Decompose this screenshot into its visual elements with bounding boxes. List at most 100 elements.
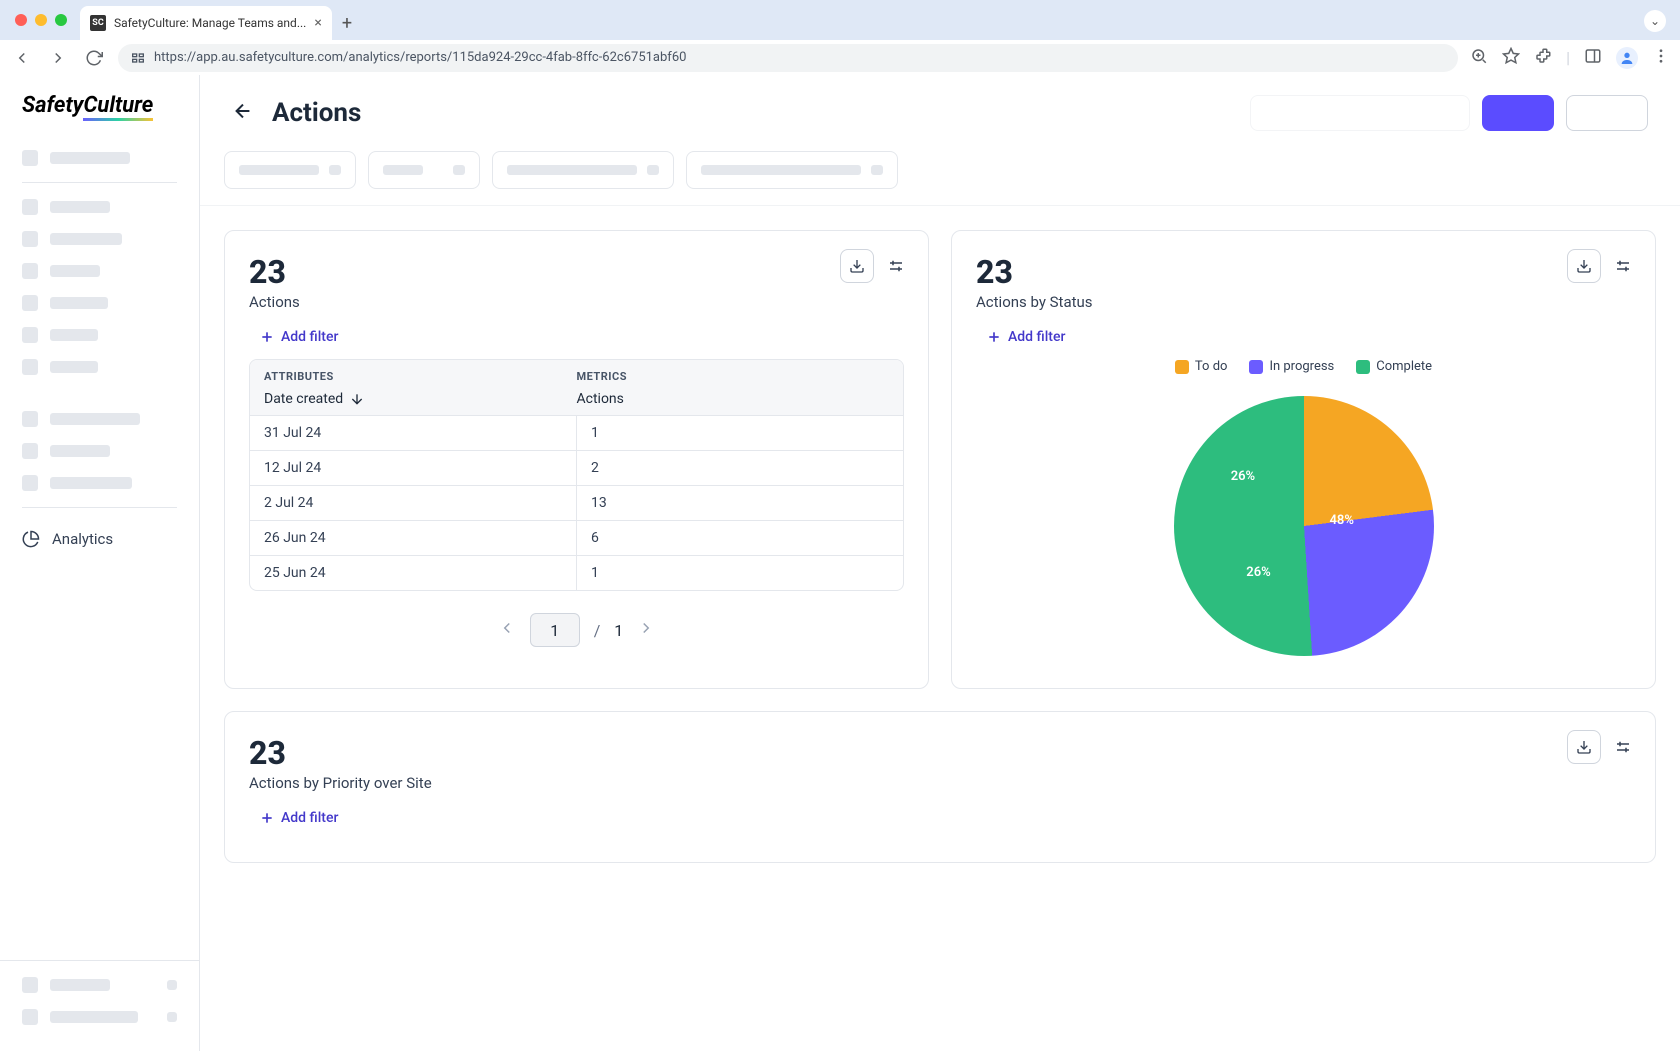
- legend-item-inprogress: In progress: [1249, 359, 1334, 374]
- metric-count: 23: [249, 734, 1631, 772]
- global-filter-row: [200, 151, 1680, 206]
- sidebar-item[interactable]: [0, 351, 199, 383]
- page-sep: /: [594, 621, 601, 640]
- sidebar-item[interactable]: [0, 223, 199, 255]
- sidebar-item[interactable]: [0, 142, 199, 174]
- add-filter-label: Add filter: [281, 329, 338, 345]
- back-button[interactable]: [232, 100, 254, 127]
- zoom-icon[interactable]: [1470, 47, 1488, 69]
- sidebar-item[interactable]: [0, 969, 199, 1001]
- browser-forward-button[interactable]: [46, 46, 70, 70]
- window-controls[interactable]: [15, 14, 67, 26]
- filter-settings-icon[interactable]: [1611, 738, 1635, 756]
- page-current[interactable]: 1: [530, 613, 580, 647]
- filter-settings-icon[interactable]: [884, 257, 908, 275]
- browser-back-button[interactable]: [10, 46, 34, 70]
- sidebar-item[interactable]: [0, 403, 199, 435]
- url-bar[interactable]: https://app.au.safetyculture.com/analyti…: [118, 44, 1458, 72]
- card-actions-priority-site: 23 Actions by Priority over Site Add fil…: [224, 711, 1656, 863]
- metric-count: 23: [249, 253, 904, 291]
- filter-chip[interactable]: [224, 151, 356, 189]
- logo: SafetyCulture: [0, 93, 199, 142]
- pie-chart: 48% 26% 26%: [1174, 396, 1434, 656]
- close-tab-icon[interactable]: ×: [314, 15, 321, 31]
- browser-chrome: SC SafetyCulture: Manage Teams and... × …: [0, 0, 1680, 75]
- pie-chart-icon: [22, 530, 40, 548]
- sidebar-item-label: Analytics: [52, 530, 113, 548]
- page-next-button[interactable]: [637, 619, 655, 641]
- browser-tab[interactable]: SC SafetyCulture: Manage Teams and... ×: [80, 6, 332, 40]
- add-filter-button[interactable]: Add filter: [259, 810, 1631, 826]
- sidebar-item[interactable]: [0, 1001, 199, 1033]
- table-row[interactable]: 31 Jul 241: [250, 415, 903, 450]
- chrome-chevron-icon[interactable]: ⌄: [1644, 10, 1666, 32]
- cell-value: 1: [577, 416, 903, 450]
- plus-icon: [259, 329, 275, 345]
- card-actions-table: 23 Actions Add filter ATTRIBUTES METRICS: [224, 230, 929, 689]
- bookmark-star-icon[interactable]: [1502, 47, 1520, 69]
- sidebar-item[interactable]: [0, 435, 199, 467]
- sidebar-item-analytics[interactable]: Analytics: [0, 516, 199, 562]
- panel-icon[interactable]: [1584, 47, 1602, 69]
- primary-action-button[interactable]: [1482, 95, 1554, 131]
- url-text: https://app.au.safetyculture.com/analyti…: [154, 50, 686, 65]
- tab-title: SafetyCulture: Manage Teams and...: [114, 16, 306, 30]
- table-row[interactable]: 12 Jul 242: [250, 450, 903, 485]
- add-filter-button[interactable]: Add filter: [986, 329, 1631, 345]
- page-prev-button[interactable]: [498, 619, 516, 641]
- card-actions-by-status: 23 Actions by Status Add filter To do In…: [951, 230, 1656, 689]
- minimize-window-icon[interactable]: [35, 14, 47, 26]
- logo-text-1: Safety: [22, 93, 83, 118]
- col-group-attributes: ATTRIBUTES: [264, 370, 577, 383]
- table-row[interactable]: 2 Jul 2413: [250, 485, 903, 520]
- table-row[interactable]: 25 Jun 241: [250, 555, 903, 590]
- sidebar-item[interactable]: [0, 191, 199, 223]
- add-filter-button[interactable]: Add filter: [259, 329, 904, 345]
- filter-chip[interactable]: [686, 151, 898, 189]
- plus-icon: [259, 810, 275, 826]
- filter-chip[interactable]: [368, 151, 480, 189]
- sidebar-item[interactable]: [0, 287, 199, 319]
- close-window-icon[interactable]: [15, 14, 27, 26]
- filter-settings-icon[interactable]: [1611, 257, 1635, 275]
- cell-date: 31 Jul 24: [250, 416, 577, 450]
- legend-item-complete: Complete: [1356, 359, 1432, 374]
- main-content: Actions: [200, 75, 1680, 1051]
- browser-reload-button[interactable]: [82, 46, 106, 70]
- pagination: 1 / 1: [249, 613, 904, 647]
- pie-label-todo: 48%: [1330, 513, 1354, 528]
- legend-item-todo: To do: [1175, 359, 1228, 374]
- sidebar-item[interactable]: [0, 467, 199, 499]
- download-button[interactable]: [1567, 730, 1601, 764]
- col-header-actions[interactable]: Actions: [577, 391, 890, 407]
- sidebar-item[interactable]: [0, 255, 199, 287]
- data-table: ATTRIBUTES METRICS Date created Actions …: [249, 359, 904, 591]
- profile-avatar-icon[interactable]: [1616, 47, 1638, 69]
- table-row[interactable]: 26 Jun 246: [250, 520, 903, 555]
- maximize-window-icon[interactable]: [55, 14, 67, 26]
- browser-menu-icon[interactable]: [1652, 47, 1670, 69]
- filter-chip[interactable]: [492, 151, 674, 189]
- metric-subtitle: Actions by Priority over Site: [249, 774, 1631, 792]
- page-title: Actions: [272, 98, 361, 128]
- cell-date: 12 Jul 24: [250, 451, 577, 485]
- sidebar-item[interactable]: [0, 319, 199, 351]
- plus-icon: [986, 329, 1002, 345]
- header-skeleton: [1250, 95, 1470, 131]
- cell-value: 13: [577, 486, 903, 520]
- download-button[interactable]: [840, 249, 874, 283]
- cell-value: 2: [577, 451, 903, 485]
- add-filter-label: Add filter: [1008, 329, 1065, 345]
- secondary-action-button[interactable]: [1566, 95, 1648, 131]
- logo-text-2: Culture: [83, 93, 153, 121]
- extensions-icon[interactable]: [1534, 47, 1552, 69]
- new-tab-button[interactable]: +: [342, 13, 352, 40]
- download-button[interactable]: [1567, 249, 1601, 283]
- add-filter-label: Add filter: [281, 810, 338, 826]
- col-header-date[interactable]: Date created: [264, 391, 577, 407]
- pie-label-complete: 26%: [1231, 469, 1255, 484]
- cell-value: 6: [577, 521, 903, 555]
- site-settings-icon[interactable]: [130, 50, 146, 66]
- sort-desc-icon: [349, 391, 365, 407]
- sidebar: SafetyCulture Analytics: [0, 75, 200, 1051]
